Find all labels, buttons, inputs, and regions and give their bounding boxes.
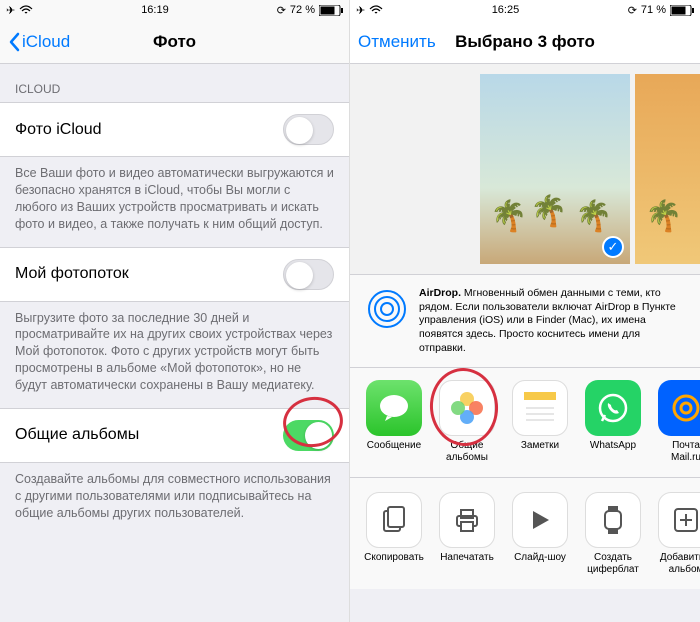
wifi-icon: [19, 5, 33, 15]
settings-phone: ✈ 16:19 ⟳ 72 % iCloud Фото ICLOUD Фото i…: [0, 0, 350, 622]
app-label: Почта Mail.ru: [657, 440, 700, 463]
icloud-photo-cell: Фото iCloud: [0, 102, 349, 157]
section-header: ICLOUD: [0, 64, 349, 102]
action-label: Создать циферблат: [584, 552, 642, 575]
shared-albums-toggle[interactable]: [283, 420, 334, 451]
icloud-photo-footer: Все Ваши фото и видео автоматически выгр…: [0, 157, 349, 247]
action-label: Слайд-шоу: [514, 552, 566, 564]
photostream-cell: Мой фотопоток: [0, 247, 349, 302]
nav-bar: iCloud Фото: [0, 20, 349, 64]
photostream-toggle[interactable]: [283, 259, 334, 290]
shared-albums-cell: Общие альбомы: [0, 408, 349, 463]
airdrop-row: AirDrop. Мгновенный обмен данными с теми…: [350, 274, 700, 367]
copy-icon: [381, 505, 407, 535]
print-icon: [453, 506, 481, 534]
back-button[interactable]: iCloud: [8, 32, 70, 52]
battery-icon: [319, 5, 343, 16]
airdrop-text: AirDrop. Мгновенный обмен данными с теми…: [419, 287, 685, 355]
battery-icon: [670, 5, 694, 16]
action-label: Напечатать: [440, 552, 494, 564]
cancel-button[interactable]: Отменить: [358, 32, 436, 52]
status-time: 16:19: [141, 4, 169, 16]
whatsapp-icon: [596, 391, 630, 425]
battery-percent: 71 %: [641, 4, 666, 16]
action-watchface[interactable]: Создать циферблат: [584, 492, 642, 575]
shared-albums-footer: Создавайте альбомы для совместного испол…: [0, 463, 349, 536]
photo-thumb[interactable]: 🌴 ✓: [635, 74, 700, 264]
action-addtoalbum[interactable]: Добавить в альбом: [657, 492, 700, 575]
status-bar: ✈ 16:25 ⟳ 71 %: [350, 0, 700, 20]
app-mailru[interactable]: Почта Mail.ru: [657, 380, 700, 463]
photos-strip[interactable]: 🌴 🌴 🌴 ✓ 🌴 ✓: [350, 64, 700, 274]
rotation-lock-icon: ⟳: [277, 4, 286, 17]
icloud-photo-toggle[interactable]: [283, 114, 334, 145]
airplane-icon: ✈: [6, 4, 15, 17]
app-label: Заметки: [521, 440, 559, 452]
airdrop-title: AirDrop.: [419, 287, 461, 299]
nav-title: Фото: [153, 32, 196, 52]
share-sheet-phone: ✈ 16:25 ⟳ 71 % Отменить Выбрано 3 фото 🌴…: [350, 0, 700, 622]
photostream-footer: Выгрузите фото за последние 30 дней и пр…: [0, 302, 349, 408]
icloud-photo-label: Фото iCloud: [15, 121, 102, 139]
rotation-lock-icon: ⟳: [628, 4, 637, 17]
watch-icon: [603, 505, 623, 535]
app-label: Сообщение: [367, 440, 421, 452]
app-shared-albums[interactable]: Общие альбомы: [438, 380, 496, 463]
status-bar: ✈ 16:19 ⟳ 72 %: [0, 0, 349, 20]
shared-albums-label: Общие альбомы: [15, 426, 139, 444]
photo-thumb[interactable]: 🌴 🌴 🌴 ✓: [480, 74, 630, 264]
action-label: Скопировать: [364, 552, 424, 564]
nav-bar: Отменить Выбрано 3 фото: [350, 20, 700, 64]
airplane-icon: ✈: [356, 4, 365, 17]
app-label: WhatsApp: [590, 440, 636, 452]
app-label: Общие альбомы: [438, 440, 496, 463]
check-icon: ✓: [602, 236, 624, 258]
action-print[interactable]: Напечатать: [438, 492, 496, 575]
app-whatsapp[interactable]: WhatsApp: [584, 380, 642, 463]
chevron-left-icon: [8, 32, 20, 52]
status-time: 16:25: [492, 4, 520, 16]
messages-icon: [377, 393, 411, 423]
play-icon: [527, 507, 553, 533]
nav-title: Выбрано 3 фото: [455, 32, 595, 52]
mailru-icon: [668, 390, 700, 426]
photos-icon: [449, 390, 485, 426]
actions-row[interactable]: Скопировать Напечатать Слайд-шоу Создать…: [350, 477, 700, 589]
apps-row[interactable]: Сообщение Общие альбомы Заметки: [350, 367, 700, 477]
battery-percent: 72 %: [290, 4, 315, 16]
app-messages[interactable]: Сообщение: [365, 380, 423, 463]
notes-icon: [518, 386, 562, 430]
airdrop-icon: [365, 287, 409, 331]
back-label: iCloud: [22, 32, 70, 52]
wifi-icon: [369, 5, 383, 15]
action-copy[interactable]: Скопировать: [365, 492, 423, 575]
photostream-label: Мой фотопоток: [15, 265, 129, 283]
action-slideshow[interactable]: Слайд-шоу: [511, 492, 569, 575]
app-notes[interactable]: Заметки: [511, 380, 569, 463]
action-label: Добавить в альбом: [657, 552, 700, 575]
add-icon: [672, 506, 700, 534]
